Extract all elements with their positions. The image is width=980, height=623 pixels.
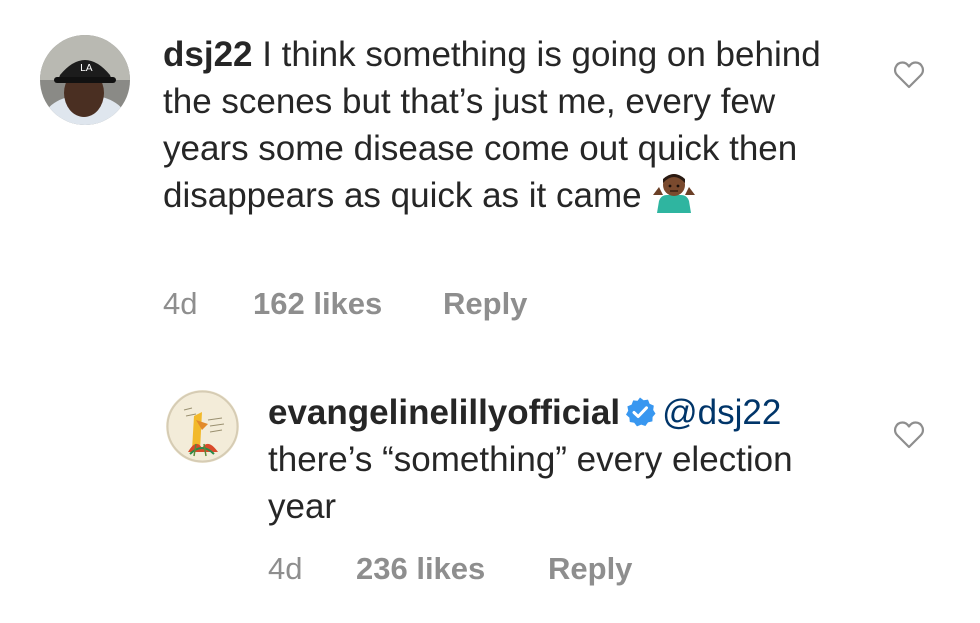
reply-likes[interactable]: 236 likes <box>356 551 485 587</box>
heart-outline-icon[interactable] <box>893 420 925 450</box>
heart-outline-icon[interactable] <box>893 60 925 90</box>
comment-username[interactable]: dsj22 <box>163 35 253 74</box>
man-shrugging-emoji <box>651 173 697 213</box>
reply-body: evangelinelillyofficial @dsj22 there’s “… <box>268 389 868 530</box>
comment-body: dsj22 I think something is going on behi… <box>163 31 863 219</box>
reply-reply-button[interactable]: Reply <box>548 551 632 587</box>
reply-username[interactable]: evangelinelillyofficial <box>268 393 620 432</box>
reply-time: 4d <box>268 551 303 586</box>
reply-text: there’s “something” every election year <box>268 440 793 526</box>
avatar[interactable] <box>166 390 239 463</box>
avatar[interactable]: LA <box>40 35 130 125</box>
verified-badge-icon <box>624 393 656 427</box>
comment-reply-button[interactable]: Reply <box>443 286 527 322</box>
comment-text: I think something is going on behind the… <box>163 35 821 215</box>
svg-text:LA: LA <box>80 63 93 74</box>
comment-likes[interactable]: 162 likes <box>253 286 382 322</box>
comment-time: 4d <box>163 286 198 321</box>
reply-mention-link[interactable]: @dsj22 <box>662 393 781 432</box>
